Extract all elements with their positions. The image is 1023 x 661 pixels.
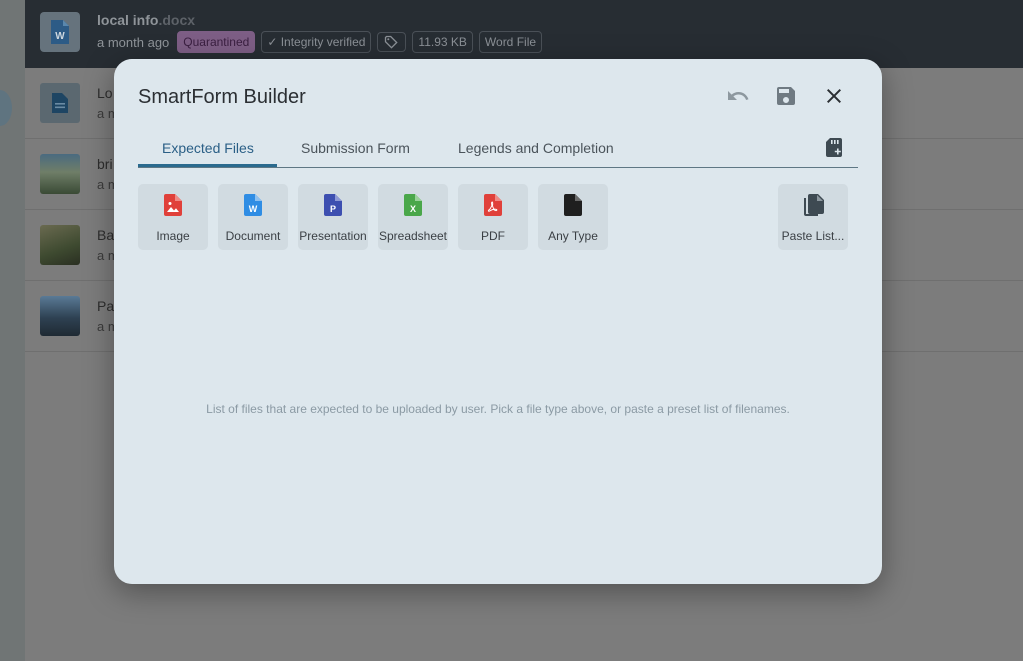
left-sidebar-strip [0,0,25,661]
photo-thumbnail [40,296,80,336]
tag-button[interactable] [377,32,407,52]
tab-legends-completion[interactable]: Legends and Completion [458,140,614,156]
undo-icon [728,91,749,100]
presentation-type-button[interactable]: P Presentation [298,184,368,250]
type-label: Any Type [548,229,598,243]
copy-documents-icon [804,194,824,216]
excel-file-icon: X [404,194,422,216]
smartform-builder-dialog: SmartForm Builder Expected Files Submiss… [114,59,882,584]
spreadsheet-type-button[interactable]: X Spreadsheet [378,184,448,250]
file-extension: .docx [158,12,196,28]
sd-card-add-icon [826,137,842,157]
dialog-tabs: Expected Files Submission Form Legends a… [138,134,858,168]
svg-text:X: X [410,204,416,214]
active-tab-indicator [138,164,277,167]
list-item-title: Pa [97,298,115,314]
photo-thumbnail [40,154,80,194]
empty-state-message: List of files that are expected to be up… [206,402,790,416]
photo-thumbnail [40,225,80,265]
generic-file-icon [564,194,582,216]
tab-expected-files[interactable]: Expected Files [162,140,254,156]
dialog-title: SmartForm Builder [138,86,306,108]
file-detail-header: W local info.docx a month ago Quarantine… [25,0,1023,68]
file-type-badge: Word File [478,31,543,53]
file-meta: a month ago Quarantined ✓ Integrity veri… [97,31,543,53]
word-file-icon: W [244,194,262,216]
save-icon [777,87,795,105]
close-button[interactable] [821,83,847,109]
document-type-button[interactable]: W Document [218,184,288,250]
file-name-base: local info [97,12,159,28]
any-type-button[interactable]: Any Type [538,184,608,250]
pdf-file-icon [484,194,502,216]
type-label: Document [225,229,281,243]
file-name: local info.docx [97,12,195,28]
type-label: Presentation [299,229,367,243]
type-label: Paste List... [781,229,845,243]
tag-icon [385,35,399,49]
save-button[interactable] [773,83,799,109]
pdf-type-button[interactable]: PDF [458,184,528,250]
tab-submission-form[interactable]: Submission Form [301,140,410,156]
sidebar-circle [0,90,12,126]
doc-file-icon [40,83,80,123]
paste-list-button[interactable]: Paste List... [778,184,848,250]
close-icon [827,89,841,103]
word-file-icon: W [40,12,80,52]
file-size-badge: 11.93 KB [412,31,473,53]
list-item-title: Lo [97,85,113,101]
svg-text:P: P [330,204,336,214]
image-file-icon [164,194,182,216]
svg-text:W: W [55,31,65,42]
save-as-button[interactable] [824,137,844,157]
list-item-title: bri [97,156,113,172]
file-modified-time: a month ago [97,34,170,50]
svg-text:W: W [249,204,258,214]
type-label: Spreadsheet [378,229,448,243]
powerpoint-file-icon: P [324,194,342,216]
quarantined-badge: Quarantined [177,31,256,53]
integrity-badge: ✓ Integrity verified [261,31,372,53]
type-label: PDF [481,229,505,243]
image-type-button[interactable]: Image [138,184,208,250]
type-label: Image [156,229,190,243]
undo-button[interactable] [725,83,751,109]
list-item-title: Ba [97,227,115,243]
